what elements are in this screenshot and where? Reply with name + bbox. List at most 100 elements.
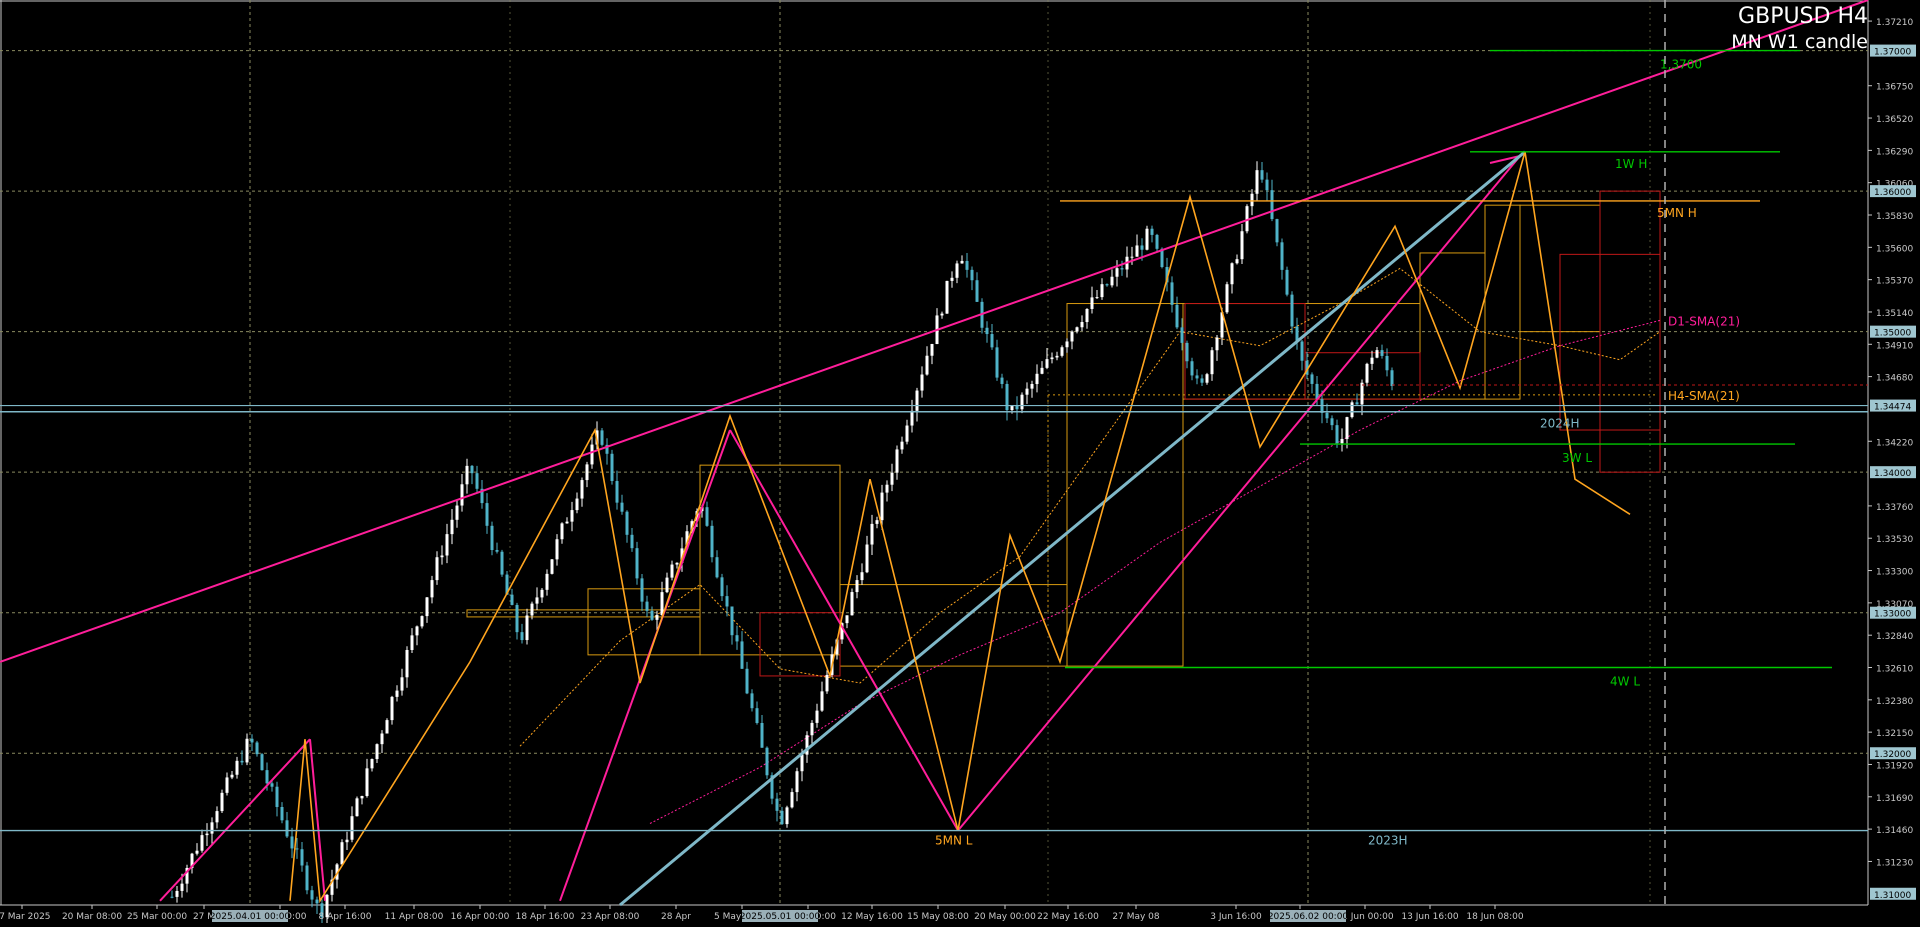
candle-bull — [1045, 359, 1049, 368]
candle-bull — [1375, 350, 1379, 358]
candle-bull — [960, 260, 964, 264]
candle-bull — [1225, 284, 1229, 313]
candle-bear — [650, 610, 654, 620]
candle-bull — [950, 277, 954, 281]
candle-bull — [565, 521, 569, 524]
time-axis-label: 18 Jun 08:00 — [1466, 912, 1523, 922]
candle-bull — [180, 883, 184, 891]
candle-bear — [620, 502, 624, 512]
candle-bull — [675, 562, 679, 565]
price-axis-label: 1.37210 — [1876, 18, 1913, 28]
time-axis-label: 11 Apr 08:00 — [385, 912, 444, 922]
candle-bull — [360, 795, 364, 799]
price-chart[interactable]: 1,3700 1W H 5MN H 2024H 3W L 4W L 2023H 5MN L D1… — [0, 0, 1920, 927]
candle-bull — [1230, 263, 1234, 285]
candle-bear — [735, 635, 739, 642]
candle-bull — [1050, 357, 1054, 360]
candle-bull — [895, 449, 899, 473]
level-label: 2023H — [1368, 834, 1408, 848]
candle-bull — [1340, 438, 1344, 444]
candle-bull — [375, 744, 379, 760]
time-axis-label: 13 Jun 16:00 — [1401, 912, 1458, 922]
candle-bull — [920, 374, 924, 391]
candle-bear — [310, 890, 314, 900]
candle-bear — [600, 430, 604, 445]
candle-bear — [1290, 294, 1294, 327]
candle-bull — [860, 572, 864, 581]
price-axis-label: 1.33300 — [1876, 568, 1913, 578]
chart-area[interactable]: 1,3700 1W H 5MN H 2024H 3W L 4W L 2023H 5MN L D1… — [0, 0, 1920, 927]
candle-bull — [1010, 405, 1014, 411]
candle-bear — [265, 770, 269, 784]
candle-bear — [1260, 170, 1264, 180]
candle-bull — [1095, 297, 1099, 299]
candle-bull — [1085, 308, 1089, 323]
candle-bear — [610, 453, 614, 482]
time-axis-label: 15 May 08:00 — [907, 912, 969, 922]
candle-bear — [1310, 374, 1314, 384]
candle-bear — [1285, 269, 1289, 295]
candle-bear — [475, 473, 479, 489]
candle-bear — [1200, 378, 1204, 383]
candle-bull — [1115, 268, 1119, 277]
candle-bear — [240, 760, 244, 763]
candle-bull — [1055, 355, 1059, 358]
candle-bull — [395, 690, 399, 697]
candle-bull — [200, 835, 204, 851]
candle-bull — [205, 833, 209, 836]
candle-bull — [1210, 350, 1214, 375]
candle-bull — [810, 722, 814, 736]
time-axis-label: 8 Apr 16:00 — [319, 912, 372, 922]
price-axis-label: 1.35600 — [1876, 244, 1913, 254]
candle-bull — [530, 603, 534, 616]
candle-bear — [315, 899, 319, 904]
candle-bull — [1135, 245, 1139, 257]
candle-bull — [430, 580, 434, 598]
candle-bull — [1360, 382, 1364, 405]
candle-bull — [590, 444, 594, 465]
candle-bear — [965, 260, 969, 270]
candle-bear — [725, 596, 729, 607]
price-tag-label: 1.31000 — [1874, 891, 1911, 901]
candle-bull — [460, 484, 464, 506]
candle-bull — [955, 263, 959, 278]
candle-bear — [1330, 418, 1334, 426]
candle-bull — [795, 771, 799, 793]
candle-bear — [995, 347, 999, 378]
candle-bear — [625, 511, 629, 535]
candle-bear — [515, 604, 519, 633]
candle-bull — [575, 498, 579, 511]
candle-bear — [1195, 375, 1199, 379]
candle-bull — [1040, 367, 1044, 374]
candle-bear — [1175, 304, 1179, 328]
candle-bull — [1030, 384, 1034, 389]
candle-bull — [1090, 297, 1094, 309]
candle-bear — [1300, 341, 1304, 361]
price-axis-label: 1.31690 — [1876, 794, 1913, 804]
chart-title: GBPUSD H4 MN W1 candle — [1731, 4, 1868, 54]
candle-bear — [275, 786, 279, 808]
candle-bull — [350, 816, 354, 840]
candle-bull — [405, 649, 409, 678]
candle-bull — [535, 597, 539, 604]
candle-bull — [340, 842, 344, 865]
candle-bear — [1355, 402, 1359, 405]
candle-bull — [1035, 373, 1039, 385]
candle-bear — [260, 754, 264, 771]
candle-bull — [1370, 357, 1374, 364]
candle-bull — [465, 465, 469, 485]
candle-bull — [440, 555, 444, 558]
candle-bull — [905, 425, 909, 442]
candle-bull — [1250, 193, 1254, 207]
price-tag-label: 1.36000 — [1874, 188, 1911, 198]
candle-bear — [305, 865, 309, 891]
candle-bull — [945, 280, 949, 314]
candle-bull — [220, 792, 224, 812]
candle-bear — [645, 601, 649, 611]
price-axis-label: 1.34910 — [1876, 341, 1913, 351]
price-axis-label: 1.33530 — [1876, 535, 1913, 545]
candle-bull — [410, 635, 414, 650]
candle-bear — [630, 534, 634, 549]
time-axis-highlight-label: 2025.04.01 00:00 — [210, 912, 291, 922]
candle-bear — [1265, 179, 1269, 191]
